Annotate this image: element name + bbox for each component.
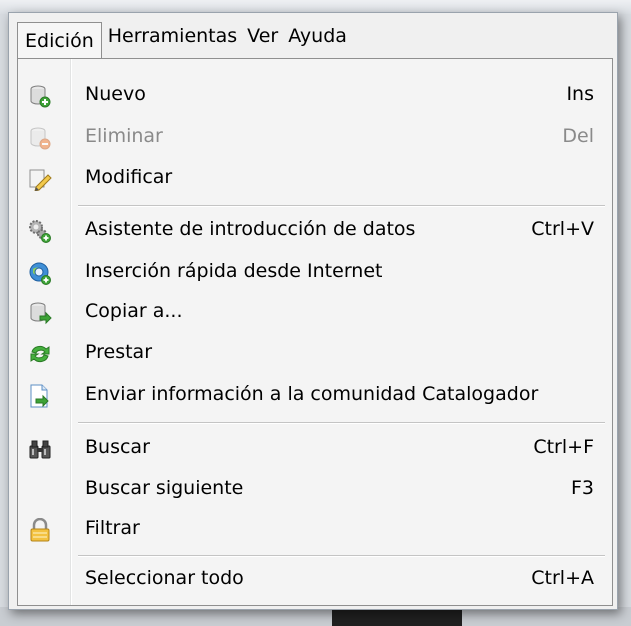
menu-item-label: Nuevo (85, 83, 146, 105)
edicion-dropdown-menu: Nuevo Ins Eliminar Del Modificar Asisten… (17, 58, 613, 606)
globe-add-icon (28, 261, 52, 285)
menu-item-shortcut: Ctrl+F (533, 436, 594, 458)
menu-item-nuevo[interactable]: Nuevo Ins (18, 79, 612, 113)
menu-item-buscar-siguiente[interactable]: Buscar siguiente F3 (18, 473, 612, 507)
menu-item-seleccionar-todo[interactable]: Seleccionar todo Ctrl+A (18, 563, 612, 597)
binoculars-icon (28, 437, 52, 461)
menu-item-shortcut: Ins (566, 83, 594, 105)
menu-item-label: Copiar a... (85, 300, 183, 322)
menu-herramientas[interactable]: Herramientas (104, 18, 241, 54)
menubar: Edición Herramientas Ver Ayuda (9, 13, 617, 59)
menu-item-label: Seleccionar todo (85, 567, 244, 589)
green-arrows-icon (28, 342, 52, 366)
background-dark-block (332, 609, 462, 626)
application-window: Edición Herramientas Ver Ayuda Nuevo Ins (8, 12, 618, 610)
menu-item-buscar[interactable]: Buscar Ctrl+F (18, 432, 612, 466)
menu-item-label: Buscar (85, 436, 150, 458)
menu-item-eliminar[interactable]: Eliminar Del (18, 121, 612, 155)
menu-item-label: Modificar (85, 166, 173, 188)
menu-item-shortcut: F3 (570, 477, 594, 499)
menu-item-insercion-rapida[interactable]: Inserción rápida desde Internet (18, 256, 612, 290)
menu-edicion[interactable]: Edición (17, 21, 102, 59)
menu-separator (78, 555, 605, 557)
gears-add-icon (28, 219, 52, 243)
menu-item-label: Asistente de introducción de datos (85, 218, 416, 240)
menu-item-label: Buscar siguiente (85, 477, 244, 499)
menu-item-label: Inserción rápida desde Internet (85, 260, 383, 282)
menu-item-filtrar[interactable]: Filtrar (18, 513, 612, 547)
menu-item-asistente[interactable]: Asistente de introducción de datos Ctrl+… (18, 214, 612, 248)
menu-item-label: Enviar información a la comunidad Catalo… (85, 383, 539, 405)
pencil-icon (28, 167, 52, 192)
menu-item-prestar[interactable]: Prestar (18, 337, 612, 371)
menu-item-modificar[interactable]: Modificar (18, 162, 612, 196)
document-send-icon (28, 384, 52, 408)
menu-item-enviar-informacion[interactable]: Enviar información a la comunidad Catalo… (18, 379, 612, 413)
menu-ver[interactable]: Ver (243, 18, 282, 54)
padlock-icon (28, 517, 52, 542)
menu-separator (78, 205, 605, 207)
menu-item-shortcut: Del (562, 125, 594, 147)
menu-ayuda[interactable]: Ayuda (284, 18, 351, 54)
menu-separator (78, 422, 605, 424)
database-remove-icon (28, 126, 52, 150)
database-copy-icon (28, 301, 52, 325)
menu-item-shortcut: Ctrl+A (531, 567, 594, 589)
menu-item-label: Filtrar (85, 517, 140, 539)
menu-item-copiar-a[interactable]: Copiar a... (18, 296, 612, 330)
menu-item-shortcut: Ctrl+V (531, 218, 594, 240)
menu-item-label: Eliminar (85, 125, 163, 147)
database-add-icon (28, 84, 52, 108)
menu-item-label: Prestar (85, 341, 153, 363)
